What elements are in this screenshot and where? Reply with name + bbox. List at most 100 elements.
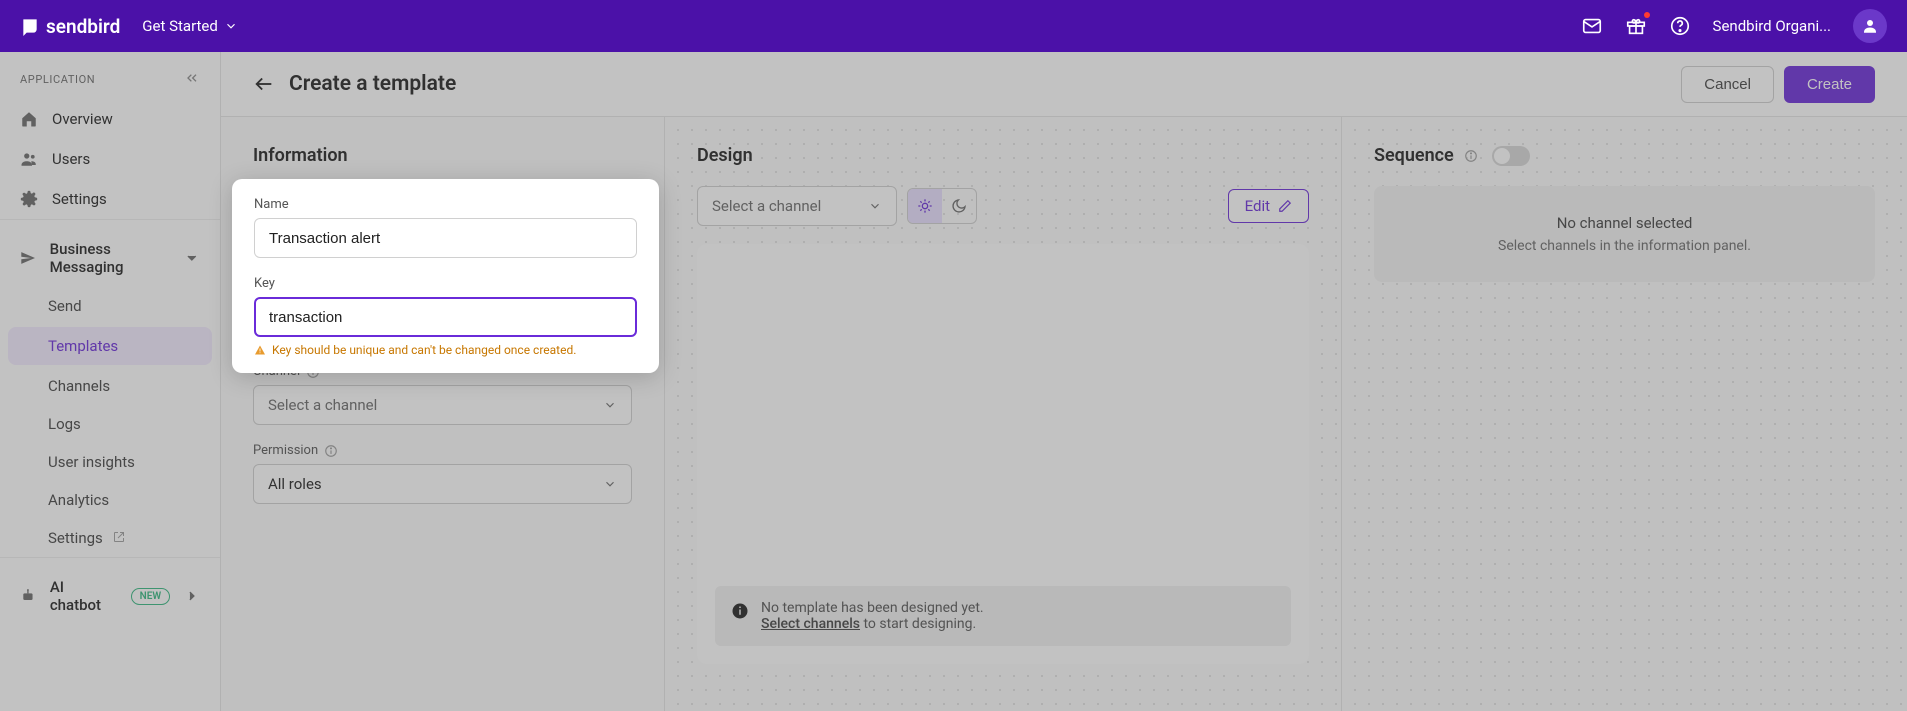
external-link-icon xyxy=(113,529,125,547)
sun-icon xyxy=(917,198,933,214)
sidebar-sub-send[interactable]: Send xyxy=(0,287,220,325)
sidebar-label: Channels xyxy=(48,377,110,395)
design-panel: Design Select a channel xyxy=(665,117,1342,711)
top-nav-right: Sendbird Organi... xyxy=(1581,9,1887,43)
sidebar-label: AI chatbot xyxy=(50,578,111,614)
chevron-down-icon xyxy=(603,477,617,491)
header-actions: Cancel Create xyxy=(1681,66,1875,103)
sequence-title-text: Sequence xyxy=(1374,145,1454,166)
theme-toggle xyxy=(907,188,977,224)
sequence-panel: Sequence No channel selected Select chan… xyxy=(1342,117,1907,711)
top-nav: sendbird Get Started Sendbird Organi... xyxy=(0,0,1907,52)
empty-line1: No template has been designed yet. xyxy=(761,600,984,616)
home-icon xyxy=(20,110,38,128)
sidebar-item-settings[interactable]: Settings xyxy=(0,179,220,219)
highlighted-fields-card: Name Key Key should be unique and can't … xyxy=(232,179,659,373)
sidebar-sub-channels[interactable]: Channels xyxy=(0,367,220,405)
mail-icon[interactable] xyxy=(1581,15,1603,37)
get-started-label: Get Started xyxy=(142,17,218,35)
send-icon xyxy=(20,249,36,267)
chevron-down-icon xyxy=(603,398,617,412)
sidebar-label: Settings xyxy=(52,190,107,208)
channel-select[interactable]: Select a channel xyxy=(253,385,632,425)
chevron-down-icon xyxy=(224,19,238,33)
key-warning-text: Key should be unique and can't be change… xyxy=(272,343,576,357)
create-button[interactable]: Create xyxy=(1784,66,1875,103)
sidebar-label: Logs xyxy=(48,415,81,433)
help-icon[interactable] xyxy=(1669,15,1691,37)
sidebar-label: Templates xyxy=(48,337,118,355)
sidebar-item-business-messaging[interactable]: Business Messaging xyxy=(0,220,220,287)
sidebar-label: Business Messaging xyxy=(50,240,171,276)
sidebar-item-users[interactable]: Users xyxy=(0,139,220,179)
user-avatar[interactable] xyxy=(1853,9,1887,43)
chevron-down-icon xyxy=(868,199,882,213)
dark-mode-toggle[interactable] xyxy=(942,189,976,223)
edit-button[interactable]: Edit xyxy=(1228,189,1309,223)
sidebar-label: Users xyxy=(52,150,90,168)
permission-group: Permission All roles xyxy=(253,443,632,504)
sidebar-item-overview[interactable]: Overview xyxy=(0,99,220,139)
light-mode-toggle[interactable] xyxy=(908,189,942,223)
sequence-toggle[interactable] xyxy=(1492,146,1530,166)
info-icon xyxy=(731,602,749,620)
moon-icon xyxy=(951,198,967,214)
preview-empty-text: No template has been designed yet. Selec… xyxy=(761,600,984,632)
key-label: Key xyxy=(254,276,637,291)
permission-value: All roles xyxy=(268,475,322,493)
gift-icon[interactable] xyxy=(1625,15,1647,37)
permission-select[interactable]: All roles xyxy=(253,464,632,504)
new-badge: NEW xyxy=(131,588,171,605)
back-arrow-button[interactable] xyxy=(253,73,275,95)
sidebar-group-ai: AI chatbot NEW xyxy=(0,557,220,625)
design-controls: Select a channel Edit xyxy=(697,186,1309,226)
org-name[interactable]: Sendbird Organi... xyxy=(1713,17,1831,35)
template-preview: No template has been designed yet. Selec… xyxy=(697,244,1309,664)
app-shell: APPLICATION Overview Users Settings Busi… xyxy=(0,52,1907,711)
sidebar-sub-logs[interactable]: Logs xyxy=(0,405,220,443)
sidebar-sub-user-insights[interactable]: User insights xyxy=(0,443,220,481)
chevrons-left-icon xyxy=(184,70,200,86)
sidebar-label: User insights xyxy=(48,453,135,471)
empty-line2: to start designing. xyxy=(860,616,976,632)
sidebar-sub-templates[interactable]: Templates xyxy=(8,327,212,365)
sidebar-collapse-button[interactable] xyxy=(184,70,200,89)
warning-icon xyxy=(254,344,266,356)
channel-group: Channel Select a channel xyxy=(253,364,632,425)
key-group-highlight: Key Key should be unique and can't be ch… xyxy=(254,276,637,357)
sidebar-section-label: APPLICATION xyxy=(20,73,95,86)
cancel-button[interactable]: Cancel xyxy=(1681,66,1774,103)
robot-icon xyxy=(20,587,36,605)
sidebar-group-business: Business Messaging Send Templates Channe… xyxy=(0,219,220,557)
channel-placeholder: Select a channel xyxy=(268,396,377,414)
sequence-header: Sequence xyxy=(1374,145,1875,166)
sidebar-section-application: APPLICATION xyxy=(0,52,220,99)
info-icon[interactable] xyxy=(324,444,338,458)
sendbird-logo-icon xyxy=(20,16,40,36)
name-input[interactable] xyxy=(254,218,637,258)
permission-label: Permission xyxy=(253,443,632,458)
sidebar-sub-analytics[interactable]: Analytics xyxy=(0,481,220,519)
sidebar-label: Settings xyxy=(48,529,103,547)
person-icon xyxy=(1861,17,1879,35)
key-warning: Key should be unique and can't be change… xyxy=(254,343,637,357)
sidebar-sub-settings[interactable]: Settings xyxy=(0,519,220,557)
design-channel-select[interactable]: Select a channel xyxy=(697,186,897,226)
key-input[interactable] xyxy=(254,297,637,337)
permission-label-text: Permission xyxy=(253,443,318,458)
sidebar-item-ai-chatbot[interactable]: AI chatbot NEW xyxy=(0,558,220,625)
sidebar-label: Overview xyxy=(52,110,113,128)
brand-logo[interactable]: sendbird xyxy=(20,15,120,38)
sidebar-label: Analytics xyxy=(48,491,109,509)
page-header: Create a template Cancel Create xyxy=(221,52,1907,117)
sequence-title: Sequence xyxy=(1374,145,1478,166)
users-icon xyxy=(20,150,38,168)
select-channels-link[interactable]: Select channels xyxy=(761,616,860,632)
design-channel-placeholder: Select a channel xyxy=(712,197,821,215)
get-started-menu[interactable]: Get Started xyxy=(142,17,238,35)
chevron-down-icon xyxy=(184,249,200,267)
main-area: Create a template Cancel Create Informat… xyxy=(221,52,1907,711)
page-title: Create a template xyxy=(289,72,456,96)
info-icon[interactable] xyxy=(1464,149,1478,163)
name-group-highlight: Name xyxy=(254,197,637,258)
